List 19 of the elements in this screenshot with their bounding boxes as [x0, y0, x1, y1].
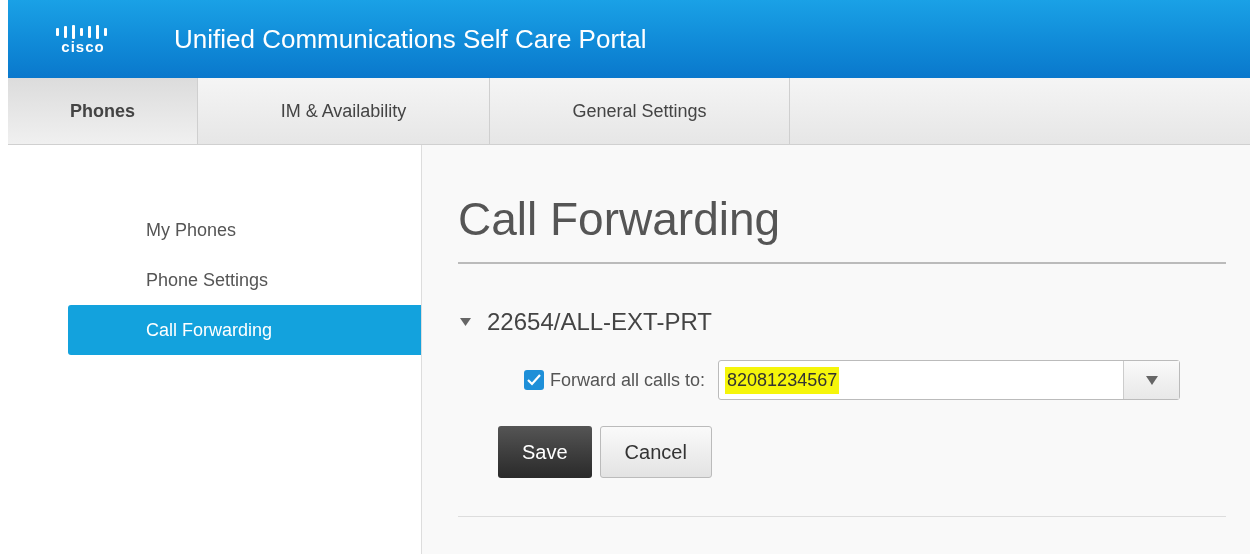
forward-combobox[interactable]: 82081234567	[718, 360, 1181, 400]
cancel-button[interactable]: Cancel	[599, 426, 712, 478]
check-icon	[527, 374, 541, 386]
dropdown-button[interactable]	[1123, 361, 1180, 399]
page-title: Call Forwarding	[458, 185, 1226, 264]
sidebar-item[interactable]: Phone Settings	[68, 255, 421, 305]
portal-title: Unified Communications Self Care Portal	[174, 22, 647, 56]
logo-text: cisco	[61, 38, 105, 54]
sidebar-item[interactable]: My Phones	[68, 205, 421, 255]
forward-label: Forward all calls to:	[550, 368, 706, 392]
save-button[interactable]: Save	[498, 426, 592, 478]
tab[interactable]: Phones	[8, 78, 198, 144]
caret-icon	[1145, 375, 1158, 385]
line-toggle[interactable]: 22654/ALL-EXT-PRT	[460, 304, 1226, 340]
tab[interactable]: General Settings	[490, 78, 790, 144]
tab[interactable]: IM & Availability	[198, 78, 490, 144]
forward-number: 82081234567	[725, 366, 840, 394]
checkbox[interactable]	[524, 370, 544, 390]
caret-icon	[460, 318, 471, 326]
